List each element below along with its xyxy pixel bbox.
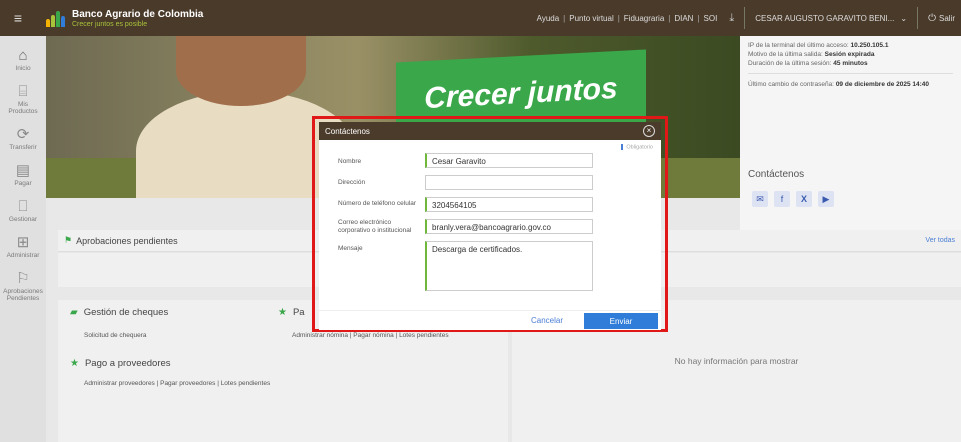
checkbook-icon: ▰ [70,307,78,318]
exit-reason-value: Sesión expirada [824,51,875,58]
checks-links[interactable]: Solicitud de chequera [84,332,147,339]
sidebar-item-gestionar[interactable]: ⎕ Gestionar [0,199,46,223]
nav-link-dian[interactable]: DIAN [674,14,693,23]
sidebar-item-inicio[interactable]: ⌂ Inicio [0,48,46,72]
nav-link-soi[interactable]: SOI [704,14,718,23]
modal-title: Contáctenos [325,126,370,136]
suppliers-links[interactable]: Administrar proveedores | Pagar proveedo… [84,380,270,387]
star-icon: ★ [278,307,287,318]
power-icon[interactable]: ⏻ [928,13,936,24]
suppliers-title: Pago a proveedores [84,358,171,369]
sidebar-item-transferir[interactable]: ⟳ Transferir [0,127,46,151]
star-icon: ★ [70,358,79,369]
modal-footer: Cancelar Enviar [319,310,661,330]
email-field[interactable]: branly.vera@bancoagrario.gov.co [425,219,593,234]
social-links: ✉ f X ▶ [752,191,834,207]
youtube-icon[interactable]: ▶ [818,191,834,207]
terminal-label: IP de la terminal del último acceso: [748,42,849,49]
duration-label: Duración de la última sesión: [748,60,832,67]
sidebar: ⌂ Inicio ⌸ Mis Productos ⟳ Transferir ▤ … [0,36,46,442]
sidebar-item-label: Inicio [15,65,31,72]
address-label: Dirección [338,179,366,186]
x-icon[interactable]: X [796,191,812,207]
nav-link-punto-virtual[interactable]: Punto virtual [569,14,613,23]
view-all-link[interactable]: Ver todas [925,237,955,244]
logo-mark-icon [46,9,66,27]
send-button[interactable]: Enviar [584,313,658,329]
sidebar-item-label: Gestionar [8,216,38,223]
sidebar-item-label: Administrar [6,252,40,259]
manage-icon: ⎕ [18,198,28,215]
nav-link-ayuda[interactable]: Ayuda [537,14,560,23]
sidebar-item-label: Mis Productos [8,101,38,115]
sidebar-item-administrar[interactable]: ⊞ Administrar [0,235,46,259]
required-note: Obligatorio [621,144,653,150]
brand-name: Banco Agrario de Colombia [72,8,204,20]
sidebar-item-pagar[interactable]: ▤ Pagar [0,163,46,187]
sidebar-item-label: Transferir [9,144,37,151]
empty-message: No hay información para mostrar [674,356,799,366]
checks-title: Gestión de cheques [83,307,169,318]
brand-logo[interactable]: Banco Agrario de Colombia Crecer juntos … [46,9,203,28]
banner-headline: Crecer juntos [424,71,618,115]
password-change-value: 09 de diciembre de 2025 14:40 [835,81,930,88]
duration-value: 45 minutos [833,60,868,67]
pay-icon: ▤ [15,162,31,179]
sidebar-item-mis-productos[interactable]: ⌸ Mis Productos [0,84,46,115]
logout-button[interactable]: Salir [939,14,955,23]
transfer-icon: ⟳ [16,126,30,143]
facebook-icon[interactable]: f [774,191,790,207]
message-label: Mensaje [338,245,363,252]
exit-reason-label: Motivo de la última salida: [748,51,823,58]
approvals-title: Aprobaciones pendientes [76,235,178,246]
cancel-button[interactable]: Cancelar [531,316,563,325]
email-label: Correo electrónico corporativo o institu… [338,219,412,234]
payroll-title: Pa [292,307,305,318]
password-change-label: Último cambio de contraseña: [748,81,834,88]
sidebar-item-aprobaciones[interactable]: ⚐ Aprobaciones Pendientes [0,271,46,302]
phone-field[interactable]: 3204564105 [425,197,593,212]
top-nav: Ayuda | Punto virtual | Fiduagraria | DIAN |… [537,0,961,36]
name-field[interactable]: Cesar Garavito [425,153,593,168]
close-icon[interactable]: × [643,125,655,137]
flag-icon: ⚐ [16,270,30,287]
phone-label: Número de teléfono celular [338,200,417,207]
brand-tagline: Crecer juntos es posible [72,20,148,28]
bank-icon: ⌸ [18,83,28,100]
mail-icon[interactable]: ✉ [752,191,768,207]
hamburger-menu-icon[interactable]: ≡ [0,10,36,26]
sidebar-item-label: Pagar [14,180,32,187]
payroll-links[interactable]: Administrar nómina | Pagar nómina | Lote… [292,332,449,339]
home-icon: ⌂ [18,47,28,64]
admin-grid-icon: ⊞ [16,234,30,251]
modal-header: Contáctenos × [319,122,661,140]
session-info-panel: IP de la terminal del último acceso: 10.… [740,36,961,232]
nav-link-fiduagraria[interactable]: Fiduagraria [624,14,664,23]
user-name[interactable]: CESAR AUGUSTO GARAVITO BENI... [755,14,894,23]
chevron-down-icon[interactable]: ⌄ [900,14,907,23]
contact-modal: Contáctenos × Obligatorio Nombre Cesar G… [319,122,661,330]
terminal-value: 10.250.105.1 [850,42,889,49]
message-textarea[interactable]: Descarga de certificados. [425,241,593,291]
top-header: ≡ Banco Agrario de Colombia Crecer junto… [0,0,961,36]
name-label: Nombre [338,158,362,165]
address-field[interactable] [425,175,593,190]
sidebar-item-label: Aprobaciones Pendientes [3,288,43,302]
contact-title: Contáctenos [748,169,805,180]
flag-icon: ⚑ [64,235,73,245]
download-icon[interactable]: ⤓ [729,12,734,25]
